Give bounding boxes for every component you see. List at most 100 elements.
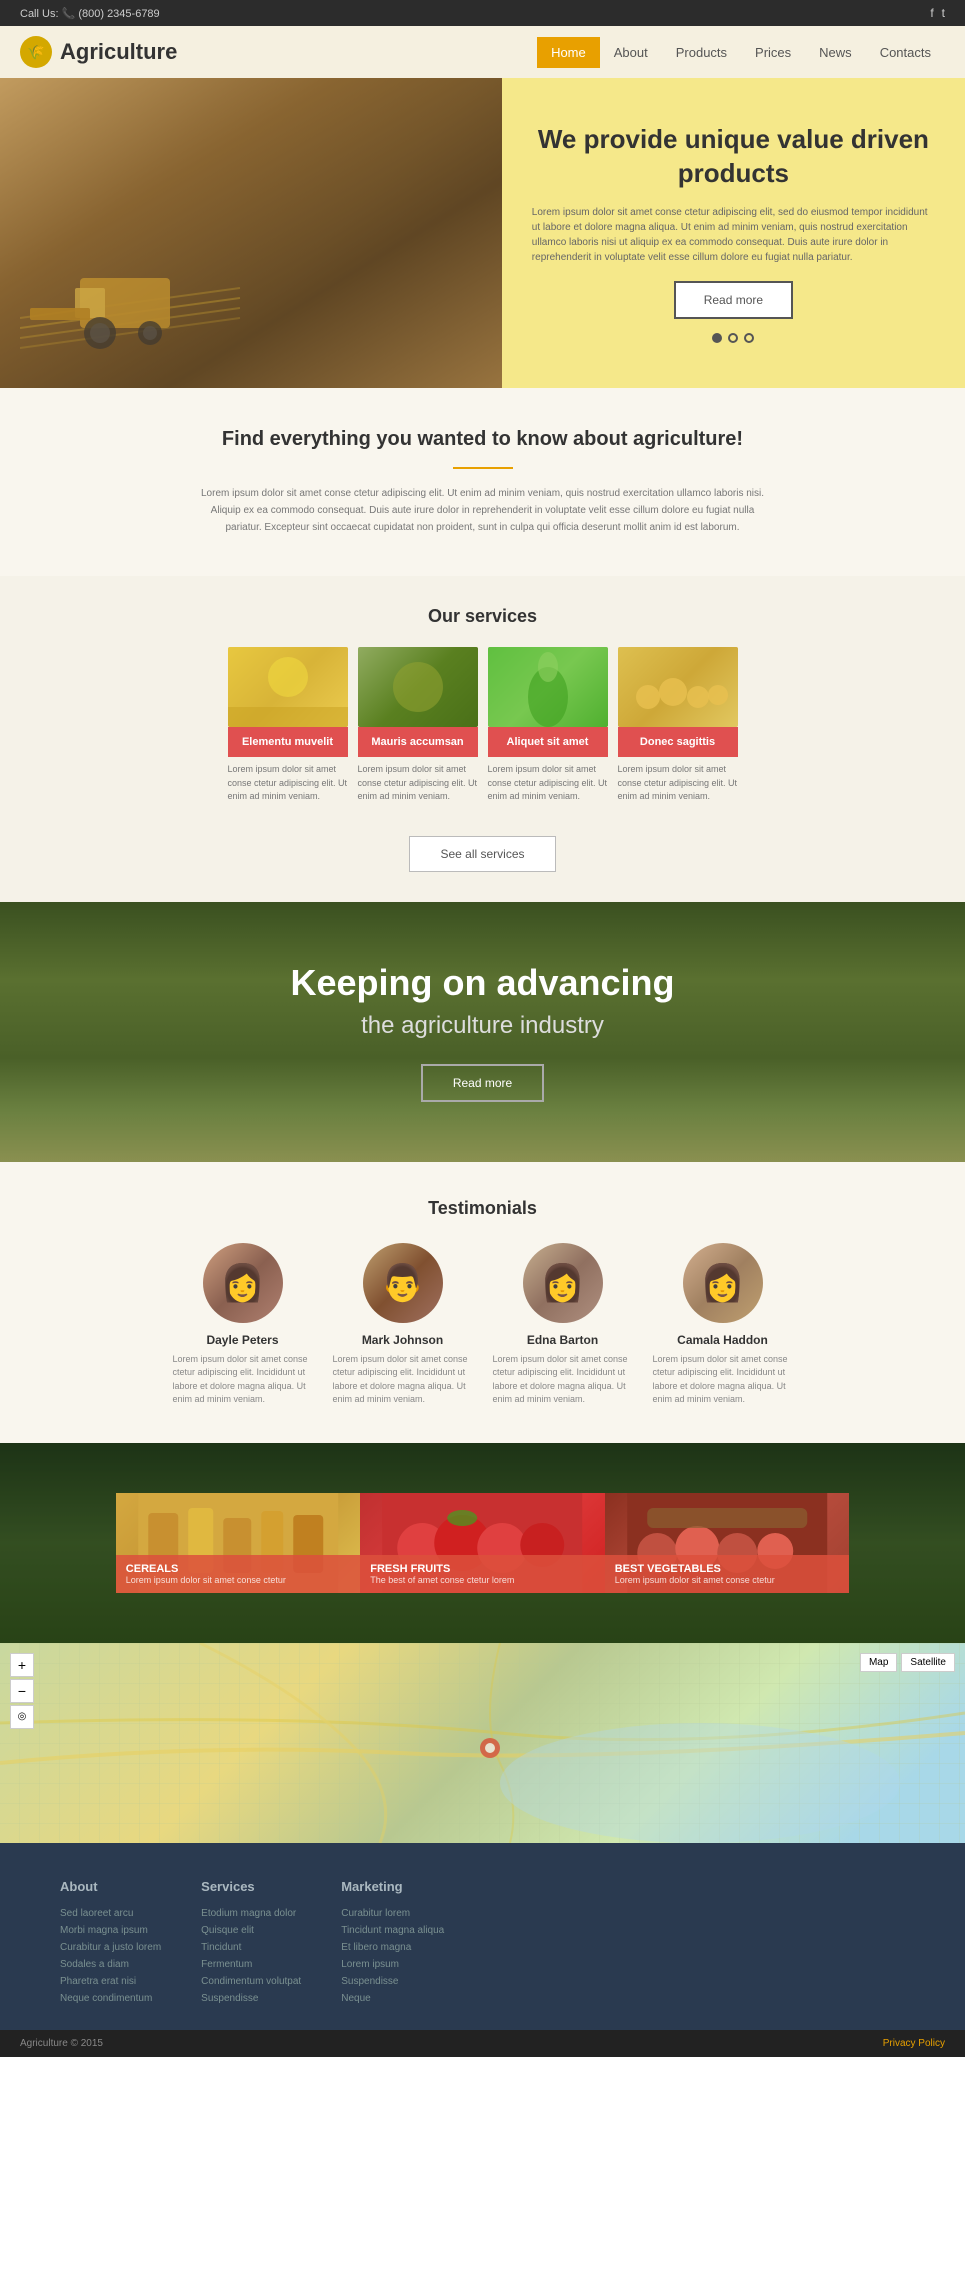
service-label-3: Aliquet sit amet [488, 727, 608, 757]
avatar-1: 👩 [203, 1243, 283, 1323]
avatar-face-4: 👩 [683, 1243, 763, 1323]
map-compass[interactable]: ◎ [10, 1705, 34, 1729]
service-card-4: Donec sagittis Lorem ipsum dolor sit ame… [618, 647, 738, 804]
logo-icon: 🌾 [20, 36, 52, 68]
footer-services-link-3[interactable]: Tincidunt [201, 1942, 301, 1953]
map-roads-svg [0, 1643, 965, 1843]
map-view-map[interactable]: Map [860, 1653, 897, 1672]
hero-image [0, 78, 502, 388]
avatar-2: 👨 [363, 1243, 443, 1323]
footer-about-link-4[interactable]: Sodales a diam [60, 1959, 161, 1970]
footer-about-heading: About [60, 1879, 161, 1894]
avatar-face-2: 👨 [363, 1243, 443, 1323]
vegetables-label: BEST VEGETABLES [615, 1563, 839, 1575]
footer: About Sed laoreet arcu Morbi magna ipsum… [0, 1843, 965, 2030]
service-label-1: Elementu muvelit [228, 727, 348, 757]
fruits-overlay: FRESH FRUITS The best of amet conse ctet… [360, 1555, 604, 1593]
footer-about-link-2[interactable]: Morbi magna ipsum [60, 1925, 161, 1936]
hero-content: We provide unique value driven products … [502, 78, 965, 388]
service-image-2 [358, 647, 478, 727]
testimonial-card-3: 👩 Edna Barton Lorem ipsum dolor sit amet… [493, 1243, 633, 1407]
footer-services-link-6[interactable]: Suspendisse [201, 1993, 301, 2004]
footer-services-link-2[interactable]: Quisque elit [201, 1925, 301, 1936]
cereals-sublabel: Lorem ipsum dolor sit amet conse ctetur [126, 1575, 350, 1585]
footer-about-link-1[interactable]: Sed laoreet arcu [60, 1908, 161, 1919]
banner-read-more-button[interactable]: Read more [421, 1064, 544, 1102]
testimonial-name-1: Dayle Peters [173, 1333, 313, 1347]
about-divider [453, 467, 513, 469]
services-grid: Elementu muvelit Lorem ipsum dolor sit a… [40, 647, 925, 804]
service-text-1: Lorem ipsum dolor sit amet conse ctetur … [228, 763, 348, 804]
testimonial-text-1: Lorem ipsum dolor sit amet conse ctetur … [173, 1353, 313, 1407]
service-label-2: Mauris accumsan [358, 727, 478, 757]
testimonial-text-4: Lorem ipsum dolor sit amet conse ctetur … [653, 1353, 793, 1407]
testimonial-text-3: Lorem ipsum dolor sit amet conse ctetur … [493, 1353, 633, 1407]
hero-dot-2[interactable] [728, 333, 738, 343]
footer-privacy-link[interactable]: Privacy Policy [883, 2038, 945, 2049]
nav-about[interactable]: About [600, 37, 662, 68]
products-banner: CEREALS Lorem ipsum dolor sit amet conse… [0, 1443, 965, 1643]
banner-subtitle: the agriculture industry [361, 1012, 604, 1040]
nav-contacts[interactable]: Contacts [866, 37, 945, 68]
cereals-label: CEREALS [126, 1563, 350, 1575]
hero-dot-3[interactable] [744, 333, 754, 343]
logo-text: Agriculture [60, 39, 177, 65]
footer-about-link-6[interactable]: Neque condimentum [60, 1993, 161, 2004]
testimonial-card-2: 👨 Mark Johnson Lorem ipsum dolor sit ame… [333, 1243, 473, 1407]
footer-marketing-link-5[interactable]: Suspendisse [341, 1976, 444, 1987]
avatar-4: 👩 [683, 1243, 763, 1323]
service-image-1 [228, 647, 348, 727]
map-view-satellite[interactable]: Satellite [901, 1653, 955, 1672]
map-zoom-out[interactable]: − [10, 1679, 34, 1703]
main-nav: Home About Products Prices News Contacts [537, 37, 945, 68]
footer-services-link-4[interactable]: Fermentum [201, 1959, 301, 1970]
footer-marketing-link-4[interactable]: Lorem ipsum [341, 1959, 444, 1970]
hero-body: Lorem ipsum dolor sit amet conse ctetur … [532, 205, 935, 265]
hero-dots [532, 333, 935, 343]
map-type-controls: Map Satellite [860, 1653, 955, 1672]
nav-products[interactable]: Products [662, 37, 741, 68]
products-strip: CEREALS Lorem ipsum dolor sit amet conse… [116, 1493, 849, 1593]
nav-home[interactable]: Home [537, 37, 600, 68]
service-card-3: Aliquet sit amet Lorem ipsum dolor sit a… [488, 647, 608, 804]
hero-section: We provide unique value driven products … [0, 78, 965, 388]
footer-about-link-5[interactable]: Pharetra erat nisi [60, 1976, 161, 1987]
nav-news[interactable]: News [805, 37, 866, 68]
top-bar: Call Us: 📞 (800) 2345-6789 f t [0, 0, 965, 26]
header: 🌾 Agriculture Home About Products Prices… [0, 26, 965, 78]
see-all-services-button[interactable]: See all services [409, 836, 555, 872]
service-text-4: Lorem ipsum dolor sit amet conse ctetur … [618, 763, 738, 804]
testimonial-name-3: Edna Barton [493, 1333, 633, 1347]
testimonial-card-1: 👩 Dayle Peters Lorem ipsum dolor sit ame… [173, 1243, 313, 1407]
hero-read-more-button[interactable]: Read more [674, 281, 793, 319]
testimonials-grid: 👩 Dayle Peters Lorem ipsum dolor sit ame… [40, 1243, 925, 1407]
footer-copyright: Agriculture © 2015 [20, 2038, 103, 2049]
service-image-3 [488, 647, 608, 727]
footer-marketing-link-2[interactable]: Tincidunt magna aliqua [341, 1925, 444, 1936]
footer-services-link-5[interactable]: Condimentum volutpat [201, 1976, 301, 1987]
nav-prices[interactable]: Prices [741, 37, 805, 68]
products-banner-overlay: CEREALS Lorem ipsum dolor sit amet conse… [0, 1443, 965, 1643]
footer-marketing-link-3[interactable]: Et libero magna [341, 1942, 444, 1953]
banner-section: Keeping on advancing the agriculture ind… [0, 902, 965, 1162]
phone-number: (800) 2345-6789 [78, 8, 159, 20]
services-section: Our services Elementu muvelit Lorem ipsu… [0, 576, 965, 902]
hero-dot-1[interactable] [712, 333, 722, 343]
services-title: Our services [40, 606, 925, 627]
about-title: Find everything you wanted to know about… [60, 428, 905, 451]
service-card-2: Mauris accumsan Lorem ipsum dolor sit am… [358, 647, 478, 804]
twitter-icon[interactable]: t [942, 6, 945, 20]
footer-about-link-3[interactable]: Curabitur a justo lorem [60, 1942, 161, 1953]
logo: 🌾 Agriculture [20, 36, 177, 68]
map-section: + − ◎ Map Satellite [0, 1643, 965, 1843]
map-zoom-in[interactable]: + [10, 1653, 34, 1677]
testimonial-name-2: Mark Johnson [333, 1333, 473, 1347]
vegetables-overlay: BEST VEGETABLES Lorem ipsum dolor sit am… [605, 1555, 849, 1593]
testimonials-section: Testimonials 👩 Dayle Peters Lorem ipsum … [0, 1162, 965, 1443]
footer-services-link-1[interactable]: Etodium magna dolor [201, 1908, 301, 1919]
footer-marketing-link-6[interactable]: Neque [341, 1993, 444, 2004]
contact-info: Call Us: 📞 (800) 2345-6789 [20, 7, 160, 20]
footer-marketing-link-1[interactable]: Curabitur lorem [341, 1908, 444, 1919]
social-icons: f t [930, 6, 945, 20]
facebook-icon[interactable]: f [930, 6, 933, 20]
